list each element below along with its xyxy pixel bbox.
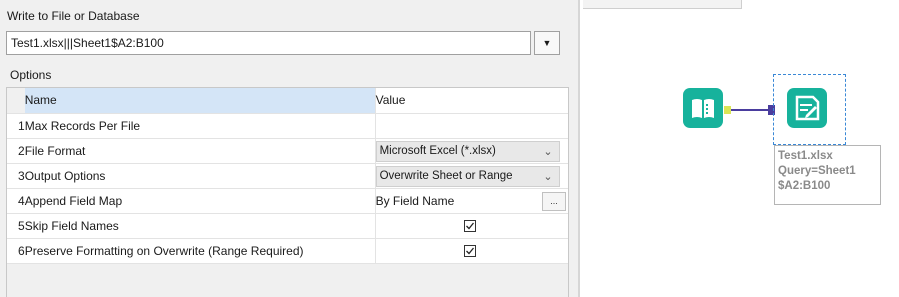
append-field-map-value: By Field Name: [375, 193, 455, 208]
row-name: File Format: [24, 138, 376, 164]
file-format-value: Microsoft Excel (*.xlsx): [379, 145, 496, 157]
field-map-ellipsis-button[interactable]: ...: [542, 191, 566, 211]
row-number: 2: [7, 138, 25, 164]
column-header-value: Value: [375, 88, 568, 114]
table-row[interactable]: 5 Skip Field Names: [7, 213, 568, 239]
max-records-value-cell[interactable]: [375, 113, 568, 139]
row-name: Preserve Formatting on Overwrite (Range …: [24, 238, 376, 264]
row-number: 1: [7, 113, 25, 139]
skip-field-names-checkbox[interactable]: [463, 220, 476, 232]
table-row[interactable]: 6 Preserve Formatting on Overwrite (Rang…: [7, 238, 568, 264]
options-grid: Name Value 1 Max Records Per File 2 File…: [6, 87, 569, 297]
column-header-name: Name: [24, 88, 376, 114]
canvas-top-tab: [583, 0, 742, 9]
checkmark-icon: [465, 222, 474, 230]
row-name: Max Records Per File: [24, 113, 376, 139]
annotation-line: Query=Sheet1: [778, 165, 856, 177]
options-title: Options: [10, 68, 52, 82]
configuration-panel: Write to File or Database Test1.xlsx|||S…: [0, 0, 580, 297]
chevron-down-icon: ⌄: [543, 145, 553, 158]
workflow-canvas[interactable]: Test1.xlsx Query=Sheet1 $A2:B100: [583, 0, 899, 297]
chevron-down-icon: ⌄: [543, 170, 553, 183]
output-options-value: Overwrite Sheet or Range: [379, 170, 513, 182]
checkmark-icon: [465, 247, 474, 255]
row-number: 3: [7, 163, 25, 189]
tool-annotation: Test1.xlsx Query=Sheet1 $A2:B100: [774, 145, 881, 205]
table-row[interactable]: 2 File Format Microsoft Excel (*.xlsx) ⌄: [7, 138, 568, 164]
output-options-select[interactable]: Overwrite Sheet or Range ⌄: [375, 165, 560, 187]
row-name: Skip Field Names: [24, 213, 376, 239]
row-number: 5: [7, 213, 25, 239]
annotation-line: Test1.xlsx: [778, 150, 833, 162]
row-name: Append Field Map: [24, 188, 376, 214]
output-path-input[interactable]: Test1.xlsx|||Sheet1$A2:B100: [6, 31, 531, 55]
book-input-icon: [692, 99, 714, 118]
table-row[interactable]: 3 Output Options Overwrite Sheet or Rang…: [7, 163, 568, 189]
output-data-tool[interactable]: [787, 88, 827, 128]
preserve-formatting-checkbox[interactable]: [463, 245, 476, 257]
annotation-line: $A2:B100: [778, 180, 831, 192]
triangle-down-icon: ▼: [542, 38, 552, 48]
connection-line: [731, 109, 768, 111]
row-number: 4: [7, 188, 25, 214]
output-anchor[interactable]: [724, 106, 731, 114]
path-dropdown-button[interactable]: ▼: [534, 31, 560, 55]
row-number: 6: [7, 238, 25, 264]
header-rownum-cell: [7, 88, 25, 114]
table-row[interactable]: 1 Max Records Per File: [7, 113, 568, 139]
file-format-select[interactable]: Microsoft Excel (*.xlsx) ⌄: [375, 140, 560, 162]
row-name: Output Options: [24, 163, 376, 189]
input-data-tool[interactable]: [683, 88, 723, 128]
table-row[interactable]: 4 Append Field Map By Field Name ...: [7, 188, 568, 214]
document-output-icon: [795, 95, 820, 121]
section-title: Write to File or Database: [7, 9, 140, 23]
grid-header-row: Name Value: [7, 88, 568, 114]
